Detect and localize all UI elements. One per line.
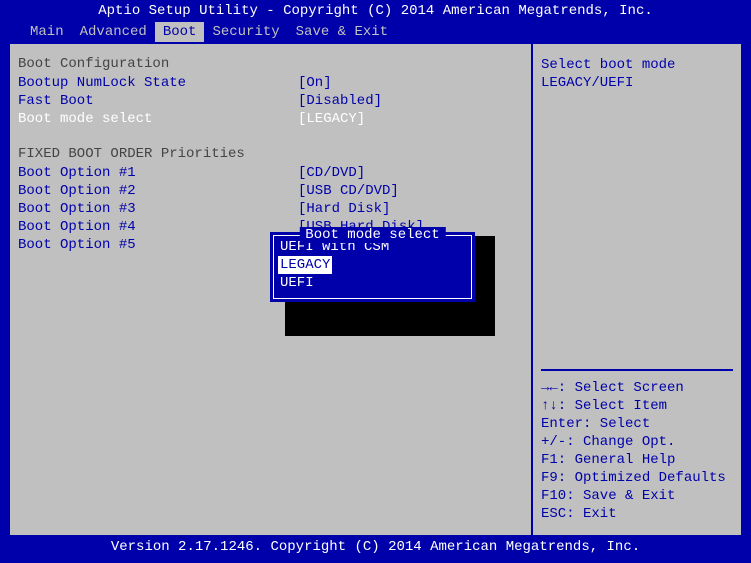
tab-main[interactable]: Main [22,22,72,42]
row-numlock[interactable]: Bootup NumLock State [On] [18,74,523,92]
popup-item-uefi[interactable]: UEFI [278,274,467,292]
value-numlock: [On] [298,74,332,92]
desc-line-1: Select boot mode [541,56,733,74]
section-boot-config: Boot Configuration [18,56,523,72]
label-boot-mode-select: Boot mode select [18,110,298,128]
tab-boot[interactable]: Boot [155,22,205,42]
label-fast-boot: Fast Boot [18,92,298,110]
desc-line-2: LEGACY/UEFI [541,74,733,92]
help-f1: F1: General Help [541,451,733,469]
tab-save-exit[interactable]: Save & Exit [288,22,396,42]
value-boot-option-3: [Hard Disk] [298,200,390,218]
row-boot-option-2[interactable]: Boot Option #2 [USB CD/DVD] [18,182,523,200]
row-boot-option-3[interactable]: Boot Option #3 [Hard Disk] [18,200,523,218]
help-f9: F9: Optimized Defaults [541,469,733,487]
help-change-opt: +/-: Change Opt. [541,433,733,451]
header-title: Aptio Setup Utility - Copyright (C) 2014… [0,0,751,22]
label-boot-option-1: Boot Option #1 [18,164,298,182]
section-fixed-boot-order: FIXED BOOT ORDER Priorities [18,146,523,162]
value-boot-option-1: [CD/DVD] [298,164,365,182]
row-fast-boot[interactable]: Fast Boot [Disabled] [18,92,523,110]
help-select-screen: →←: Select Screen [541,379,733,397]
popup-title: Boot mode select [299,227,445,243]
label-numlock: Bootup NumLock State [18,74,298,92]
help-f10: F10: Save & Exit [541,487,733,505]
label-boot-option-5: Boot Option #5 [18,236,298,254]
row-boot-option-1[interactable]: Boot Option #1 [CD/DVD] [18,164,523,182]
help-enter: Enter: Select [541,415,733,433]
value-boot-mode-select: [LEGACY] [298,110,365,128]
value-boot-option-2: [USB CD/DVD] [298,182,399,200]
row-boot-mode-select[interactable]: Boot mode select [LEGACY] [18,110,523,128]
tab-security[interactable]: Security [204,22,287,42]
label-boot-option-3: Boot Option #3 [18,200,298,218]
value-fast-boot: [Disabled] [298,92,382,110]
left-panel: Boot Configuration Bootup NumLock State … [10,44,531,535]
label-boot-option-2: Boot Option #2 [18,182,298,200]
help-select-item: ↑↓: Select Item [541,397,733,415]
right-panel: Select boot mode LEGACY/UEFI →←: Select … [531,44,741,535]
label-boot-option-4: Boot Option #4 [18,218,298,236]
tab-advanced[interactable]: Advanced [72,22,155,42]
help-section: →←: Select Screen ↑↓: Select Item Enter:… [541,369,733,523]
tab-bar: Main Advanced Boot Security Save & Exit [0,22,751,42]
popup-boot-mode-select: Boot mode select UEFI with CSM LEGACY UE… [270,232,475,302]
footer-text: Version 2.17.1246. Copyright (C) 2014 Am… [0,537,751,557]
help-esc: ESC: Exit [541,505,733,523]
popup-item-legacy[interactable]: LEGACY [278,256,332,274]
main-area: Boot Configuration Bootup NumLock State … [8,42,743,537]
